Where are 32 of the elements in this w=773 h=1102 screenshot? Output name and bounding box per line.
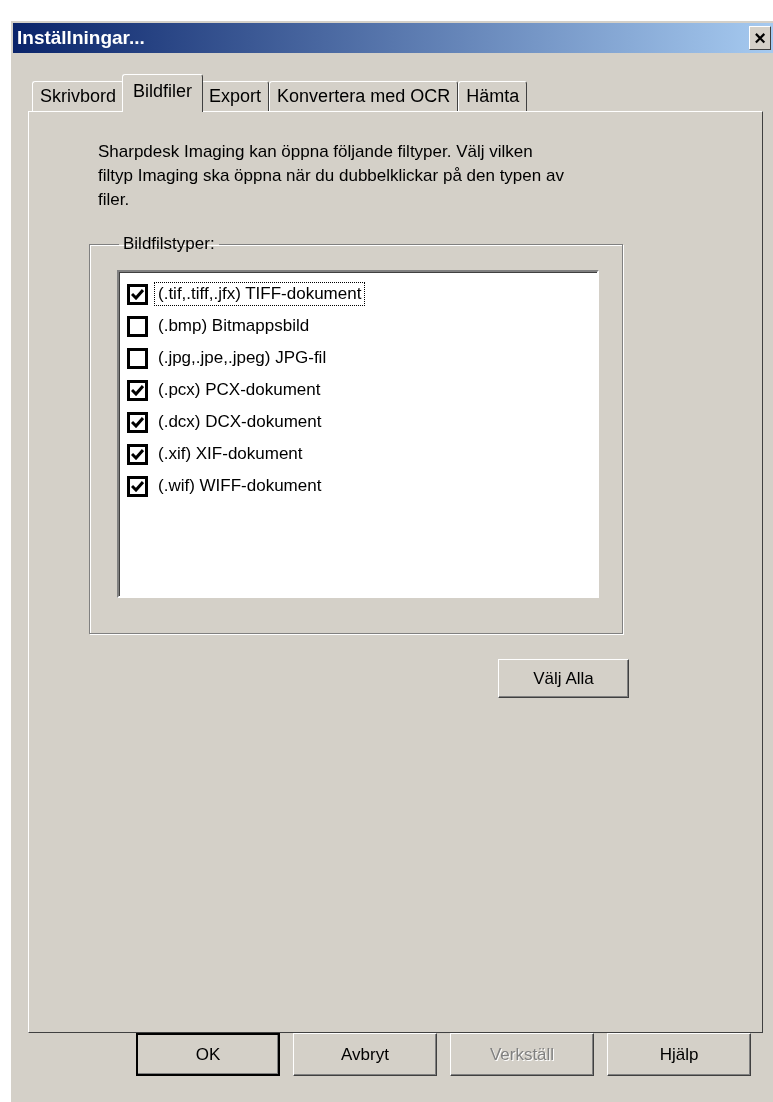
tab[interactable]: Bildfiler bbox=[122, 74, 204, 112]
group-label: Bildfilstyper: bbox=[122, 234, 216, 254]
tab[interactable]: Skrivbord bbox=[32, 81, 125, 111]
check-icon bbox=[131, 480, 144, 492]
check-icon bbox=[131, 384, 144, 396]
select-all-button[interactable]: Välj Alla bbox=[498, 659, 629, 698]
window-title: Inställningar... bbox=[17, 27, 145, 49]
description-text: Sharpdesk Imaging kan öppna följande filtyper. Välj vilken filtyp Imaging ska öppna när du dubbelklickar på den typen av filer. bbox=[98, 141, 565, 211]
dialog-button[interactable]: OK bbox=[136, 1033, 280, 1076]
check-icon bbox=[131, 416, 144, 428]
dialog-button[interactable]: Avbryt bbox=[293, 1033, 437, 1076]
tab[interactable]: Hämta bbox=[458, 81, 528, 111]
checkbox[interactable] bbox=[127, 443, 148, 465]
tab[interactable]: Konvertera med OCR bbox=[269, 81, 459, 111]
file-type-label[interactable]: (.jpg,.jpe,.jpeg) JPG-fil bbox=[154, 346, 331, 370]
file-type-label[interactable]: (.bmp) Bitmappsbild bbox=[154, 314, 314, 338]
file-type-label[interactable]: (.dcx) DCX-dokument bbox=[154, 410, 326, 434]
checkbox[interactable] bbox=[127, 475, 148, 497]
check-icon bbox=[131, 448, 144, 460]
file-type-label[interactable]: (.pcx) PCX-dokument bbox=[154, 378, 325, 402]
file-type-label[interactable]: (.wif) WIFF-dokument bbox=[154, 474, 326, 498]
checkbox[interactable] bbox=[127, 283, 148, 305]
checkbox[interactable] bbox=[127, 347, 148, 369]
checkbox[interactable] bbox=[127, 379, 148, 401]
check-icon bbox=[131, 288, 144, 300]
checkbox[interactable] bbox=[127, 315, 148, 337]
tab[interactable]: Export bbox=[201, 81, 270, 111]
dialog-button[interactable]: Hjälp bbox=[607, 1033, 751, 1076]
checkbox[interactable] bbox=[127, 411, 148, 433]
file-type-label[interactable]: (.tif,.tiff,.jfx) TIFF-dokument bbox=[154, 282, 366, 306]
close-button[interactable]: × bbox=[749, 26, 771, 50]
file-type-label[interactable]: (.xif) XIF-dokument bbox=[154, 442, 307, 466]
